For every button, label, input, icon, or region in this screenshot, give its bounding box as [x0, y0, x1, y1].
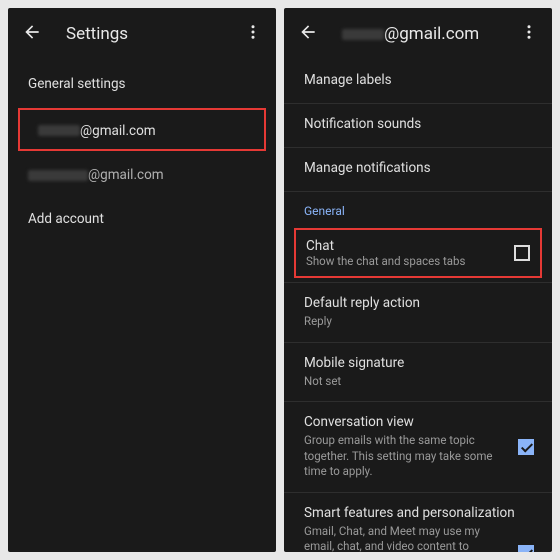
more-vert-icon[interactable]: [520, 23, 538, 45]
screen-title: Settings: [66, 24, 244, 44]
chat-checkbox[interactable]: [514, 245, 530, 261]
label: Smart features and personalization: [304, 505, 532, 521]
general-settings-row[interactable]: General settings: [8, 62, 276, 106]
smart-features-checkbox[interactable]: [518, 545, 534, 552]
manage-notifications-row[interactable]: Manage notifications: [284, 148, 552, 191]
mobile-signature-row[interactable]: Mobile signature Not set: [284, 343, 552, 402]
notification-sounds-row[interactable]: Notification sounds: [284, 104, 552, 147]
title-suffix: @gmail.com: [384, 24, 479, 44]
label: Notification sounds: [304, 116, 532, 132]
screen-title: @gmail.com: [342, 24, 520, 44]
back-arrow-icon[interactable]: [298, 22, 318, 46]
default-reply-row[interactable]: Default reply action Reply: [284, 283, 552, 342]
account-settings-screen-right: @gmail.com Manage labels Notification so…: [284, 8, 552, 552]
account-row-2[interactable]: @gmail.com: [8, 153, 276, 197]
redacted-username: [38, 125, 80, 136]
redacted-username: [342, 29, 384, 40]
sublabel: Gmail, Chat, and Meet may use my email, …: [304, 524, 504, 552]
label: Conversation view: [304, 414, 532, 430]
conversation-view-row[interactable]: Conversation view Group emails with the …: [284, 402, 552, 492]
back-arrow-icon[interactable]: [22, 22, 42, 46]
sublabel: Group emails with the same topic togethe…: [304, 433, 504, 480]
sublabel: Not set: [304, 374, 504, 390]
section-header-general: General: [284, 192, 552, 224]
account-suffix: @gmail.com: [88, 167, 164, 183]
chat-title: Chat: [306, 238, 506, 254]
highlighted-chat-row[interactable]: Chat Show the chat and spaces tabs: [294, 228, 542, 278]
sublabel: Reply: [304, 314, 504, 330]
appbar: Settings: [8, 8, 276, 60]
label: Mobile signature: [304, 355, 532, 371]
smart-features-row[interactable]: Smart features and personalization Gmail…: [284, 493, 552, 552]
more-vert-icon[interactable]: [244, 23, 262, 45]
redacted-username: [28, 170, 88, 181]
manage-labels-row[interactable]: Manage labels: [284, 60, 552, 103]
label: Manage notifications: [304, 160, 532, 176]
add-account-row[interactable]: Add account: [8, 197, 276, 241]
chat-subtitle: Show the chat and spaces tabs: [306, 254, 506, 268]
label: Manage labels: [304, 72, 532, 88]
highlighted-account-row[interactable]: @gmail.com: [18, 108, 266, 151]
settings-screen-left: Settings General settings @gmail.com @gm…: [8, 8, 276, 552]
label: Default reply action: [304, 295, 532, 311]
appbar: @gmail.com: [284, 8, 552, 60]
account-suffix: @gmail.com: [80, 123, 156, 139]
conversation-view-checkbox[interactable]: [518, 439, 534, 455]
